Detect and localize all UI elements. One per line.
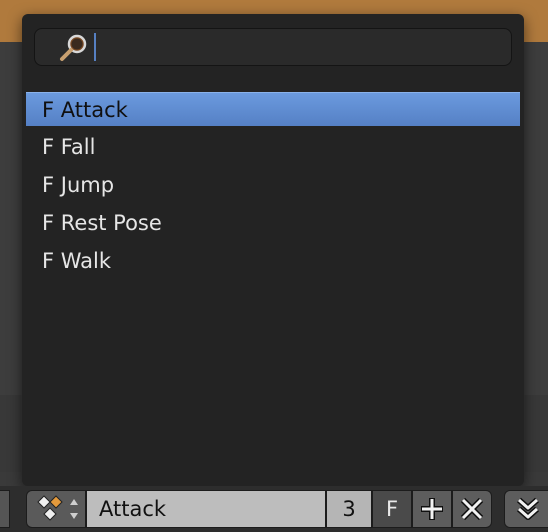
x-icon: [460, 497, 484, 521]
users-count[interactable]: 3: [326, 490, 372, 528]
action-browse-icon: [37, 495, 78, 521]
plus-icon: [421, 498, 443, 520]
list-item-attack[interactable]: F Attack: [26, 92, 520, 126]
action-browse-button[interactable]: [26, 490, 86, 528]
action-browse-popup: F Attack F Fall F Jump F Rest Pose F Wal…: [22, 14, 524, 486]
search-field[interactable]: [34, 28, 512, 66]
action-list: F Attack F Fall F Jump F Rest Pose F Wal…: [26, 92, 520, 282]
new-action-button[interactable]: [412, 490, 452, 528]
action-name-field[interactable]: Attack: [86, 490, 326, 528]
search-icon: [60, 34, 87, 61]
list-item-jump[interactable]: F Jump: [26, 168, 520, 202]
unlink-action-button[interactable]: [452, 490, 492, 528]
list-item-fall[interactable]: F Fall: [26, 130, 520, 164]
text-cursor: [94, 33, 96, 61]
double-chevron-down-icon: [517, 497, 539, 520]
collapse-menus-button[interactable]: [504, 490, 548, 528]
previous-widget-edge[interactable]: [0, 490, 10, 528]
fake-user-button[interactable]: F: [372, 490, 412, 528]
list-item-rest-pose[interactable]: F Rest Pose: [26, 206, 520, 240]
list-item-walk[interactable]: F Walk: [26, 244, 520, 278]
